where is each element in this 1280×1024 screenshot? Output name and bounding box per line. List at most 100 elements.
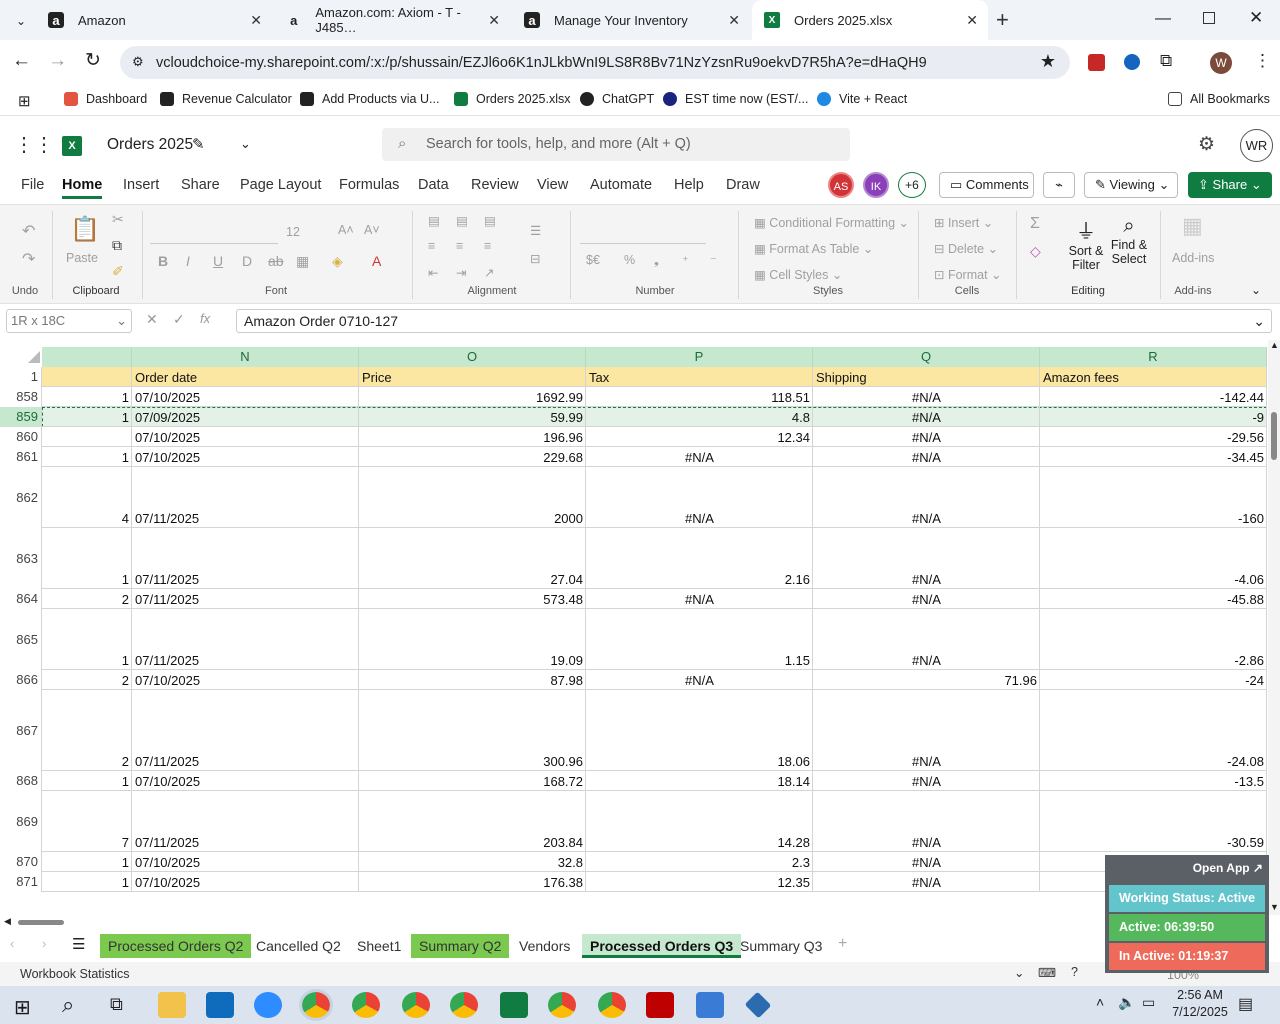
row-header[interactable]: 859 bbox=[0, 407, 42, 427]
excel-taskbar-icon[interactable] bbox=[500, 992, 528, 1018]
cell-amazon-fees[interactable]: -45.88 bbox=[1040, 591, 1267, 609]
align-top-icon[interactable]: ▤ bbox=[428, 213, 440, 228]
row-header[interactable]: 867 bbox=[0, 690, 42, 771]
cell-tax[interactable]: #N/A bbox=[586, 591, 813, 609]
bookmark-revenue-calculator[interactable]: Revenue Calculator bbox=[160, 92, 292, 106]
font-name-select[interactable] bbox=[150, 222, 278, 244]
row-header[interactable]: 863 bbox=[0, 528, 42, 589]
align-left-icon[interactable]: ≡ bbox=[428, 239, 435, 253]
cell-order-date[interactable]: 07/11/2025 bbox=[132, 591, 359, 609]
cell-order-date[interactable]: 07/09/2025 bbox=[132, 409, 359, 427]
cell-price[interactable]: 32.8 bbox=[359, 854, 586, 872]
cell-tax[interactable]: 2.16 bbox=[586, 571, 813, 589]
sheet-tab-summary-q3[interactable]: Summary Q3 bbox=[732, 934, 830, 958]
tab-review[interactable]: Review bbox=[471, 177, 519, 193]
cell-m[interactable]: 1 bbox=[42, 389, 132, 407]
format-painter-icon[interactable]: ✐ bbox=[112, 263, 124, 280]
browser-tab-amazon[interactable]: a Amazon ✕ bbox=[36, 0, 272, 40]
cell-price[interactable]: 300.96 bbox=[359, 753, 586, 771]
notifications-icon[interactable]: ▤ bbox=[1238, 994, 1253, 1014]
cell-order-date[interactable]: 07/10/2025 bbox=[132, 854, 359, 872]
forward-icon[interactable]: → bbox=[48, 50, 67, 72]
delete-cells-button[interactable]: ⊟ Delete ⌄ bbox=[934, 241, 998, 256]
volume-icon[interactable]: 🔈 bbox=[1118, 994, 1135, 1011]
vertical-scrollbar[interactable]: ▲ ▼ bbox=[1268, 340, 1280, 915]
bookmark-star-icon[interactable]: ★ bbox=[1040, 51, 1056, 72]
cut-icon[interactable]: ✂ bbox=[112, 211, 124, 228]
currency-icon[interactable]: $€ bbox=[586, 253, 600, 267]
increase-decimal-icon[interactable]: ⁺ bbox=[682, 253, 689, 268]
double-underline-icon[interactable]: D bbox=[242, 253, 252, 269]
sheet-tab-cancelled-q2[interactable]: Cancelled Q2 bbox=[248, 934, 349, 958]
cell-order-date[interactable]: 07/11/2025 bbox=[132, 652, 359, 670]
row-header[interactable]: 869 bbox=[0, 791, 42, 852]
taskbar-search-icon[interactable]: ⌕ bbox=[62, 992, 74, 1018]
sheet-tab-processed-orders-q3[interactable]: Processed Orders Q3 bbox=[582, 934, 742, 958]
expand-formula-icon[interactable]: ⌄ bbox=[1253, 310, 1265, 332]
settings-gear-icon[interactable]: ⚙ bbox=[1198, 133, 1215, 156]
cell-shipping[interactable]: #N/A bbox=[813, 834, 1040, 852]
cell-shipping[interactable]: #N/A bbox=[813, 571, 1040, 589]
paste-label[interactable]: Paste bbox=[66, 251, 98, 265]
insert-cells-button[interactable]: ⊞ Insert ⌄ bbox=[934, 215, 993, 230]
autosum-icon[interactable]: Σ bbox=[1030, 215, 1040, 233]
column-header-q[interactable]: Q bbox=[813, 347, 1040, 367]
tab-formulas[interactable]: Formulas bbox=[339, 177, 399, 193]
search-box[interactable]: ⌕ Search for tools, help, and more (Alt … bbox=[382, 128, 850, 161]
format-as-table-button[interactable]: ▦ Format As Table ⌄ bbox=[754, 241, 873, 256]
url-bar[interactable]: ⚙ vcloudchoice-my.sharepoint.com/:x:/p/s… bbox=[120, 46, 1070, 79]
catch-up-button[interactable]: ⌁ bbox=[1043, 172, 1075, 198]
cell-amazon-fees[interactable]: -24 bbox=[1040, 672, 1267, 690]
extensions-icon[interactable]: ⧉ bbox=[1160, 51, 1172, 71]
cell-price[interactable]: 59.99 bbox=[359, 409, 586, 427]
addins-label[interactable]: Add-ins bbox=[1172, 251, 1214, 265]
chrome-profile-icon[interactable] bbox=[450, 992, 478, 1018]
cell-m[interactable]: 1 bbox=[42, 773, 132, 791]
open-app-link[interactable]: Open App ↗ bbox=[1193, 861, 1263, 875]
clock-date[interactable]: 7/12/2025 bbox=[1165, 1005, 1235, 1019]
cell-amazon-fees[interactable]: -13.5 bbox=[1040, 773, 1267, 791]
copy-icon[interactable]: ⧉ bbox=[112, 237, 122, 254]
row-header[interactable]: 866 bbox=[0, 670, 42, 690]
outlook-icon[interactable] bbox=[206, 992, 234, 1018]
document-title[interactable]: Orders 2025 bbox=[107, 136, 193, 154]
cell-order-date[interactable]: 07/11/2025 bbox=[132, 571, 359, 589]
browser-tab-inventory[interactable]: a Manage Your Inventory ✕ bbox=[512, 0, 750, 40]
row-header[interactable]: 860 bbox=[0, 427, 42, 447]
font-size-select[interactable]: 12 bbox=[286, 225, 300, 239]
decrease-indent-icon[interactable]: ⇤ bbox=[428, 265, 438, 280]
cell-amazon-fees[interactable]: -30.59 bbox=[1040, 834, 1267, 852]
cell-tax[interactable]: 1.15 bbox=[586, 652, 813, 670]
cell-tax[interactable]: #N/A bbox=[586, 510, 813, 528]
column-header-r[interactable]: R bbox=[1040, 347, 1267, 367]
scroll-down-icon[interactable]: ▼ bbox=[1270, 902, 1279, 912]
cell-order-date[interactable]: 07/10/2025 bbox=[132, 874, 359, 892]
cell-tax[interactable]: 18.14 bbox=[586, 773, 813, 791]
scroll-up-icon[interactable]: ▲ bbox=[1270, 340, 1279, 350]
cell-shipping[interactable]: #N/A bbox=[813, 449, 1040, 467]
column-header-m[interactable] bbox=[42, 347, 132, 367]
bookmark-add-products[interactable]: Add Products via U... bbox=[300, 92, 439, 106]
redo-icon[interactable]: ↷ bbox=[22, 249, 35, 269]
cell-shipping[interactable]: #N/A bbox=[813, 773, 1040, 791]
status-dropdown-icon[interactable]: ⌄ bbox=[1014, 965, 1024, 980]
percent-icon[interactable]: % bbox=[624, 253, 635, 267]
cell-price[interactable]: 168.72 bbox=[359, 773, 586, 791]
horizontal-scroll-thumb[interactable] bbox=[18, 920, 64, 925]
cell-m[interactable]: 2 bbox=[42, 591, 132, 609]
name-box[interactable]: 1R x 18C ⌄ bbox=[6, 309, 132, 333]
apps-grid-icon[interactable]: ⊞ bbox=[18, 92, 31, 110]
cell-tax[interactable]: 118.51 bbox=[586, 389, 813, 407]
cell-order-date[interactable]: 07/10/2025 bbox=[132, 672, 359, 690]
select-all-icon[interactable] bbox=[28, 351, 40, 363]
tab-share[interactable]: Share bbox=[181, 177, 220, 193]
workbook-statistics[interactable]: Workbook Statistics bbox=[20, 967, 130, 981]
cell-shipping[interactable]: Shipping bbox=[813, 369, 1040, 387]
cell-price[interactable]: 19.09 bbox=[359, 652, 586, 670]
cell-shipping[interactable]: #N/A bbox=[813, 874, 1040, 892]
addins-icon[interactable]: ▦ bbox=[1182, 213, 1203, 239]
paste-icon[interactable]: 📋 bbox=[70, 215, 100, 244]
new-tab-button[interactable]: + bbox=[996, 7, 1009, 33]
cell-tax[interactable]: 14.28 bbox=[586, 834, 813, 852]
align-center-icon[interactable]: ≡ bbox=[456, 239, 463, 253]
